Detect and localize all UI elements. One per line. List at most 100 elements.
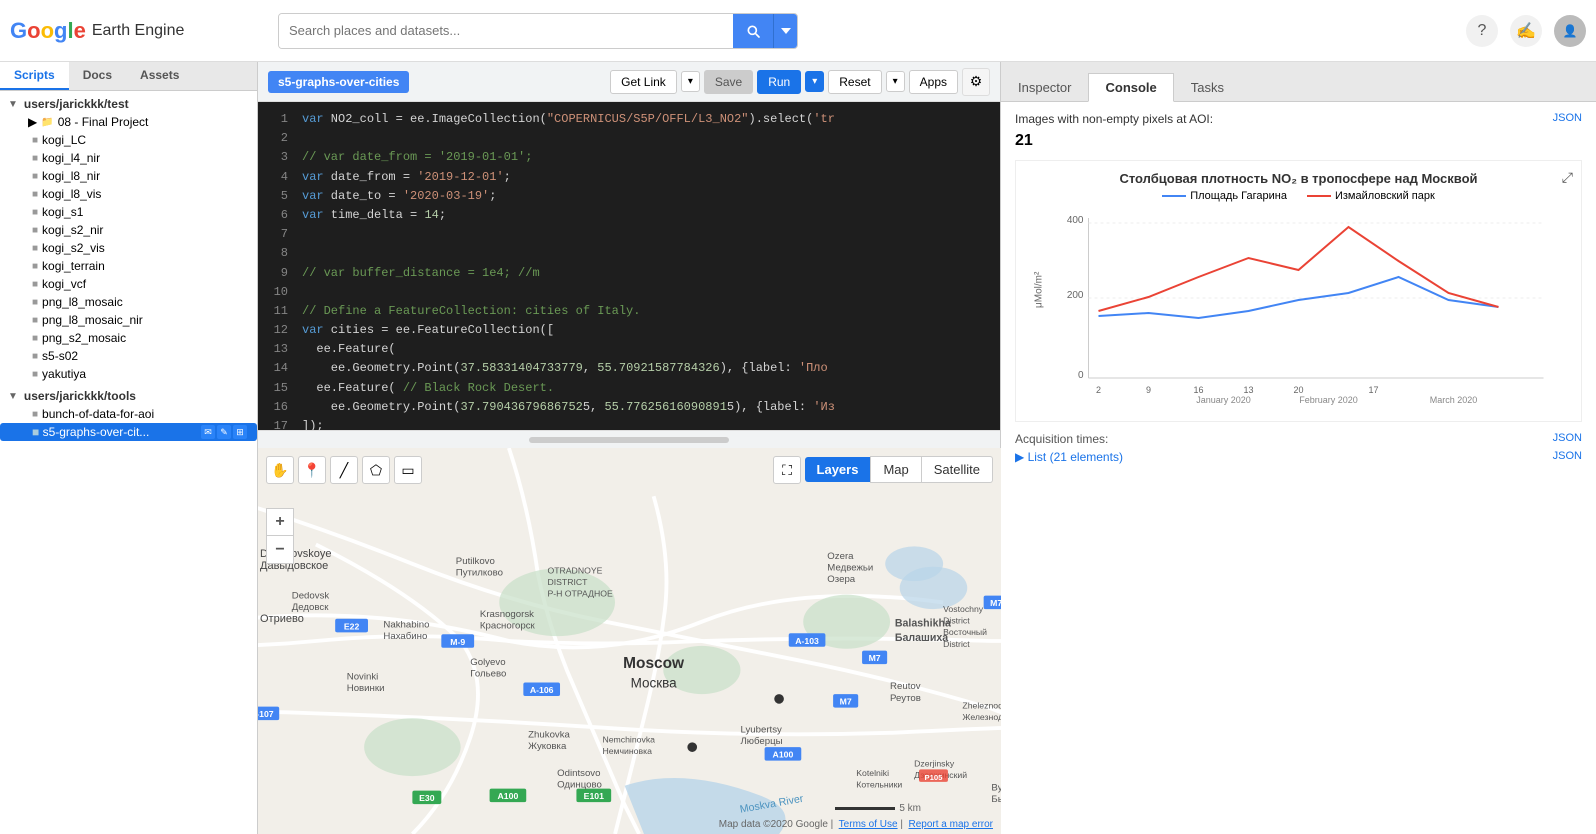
images-label: Images with non-empty pixels at AOI: JSO… [1015,112,1582,126]
right-tabs: Inspector Console Tasks [1001,62,1596,102]
json-link-3[interactable]: JSON [1553,450,1582,462]
search-dropdown-button[interactable] [773,14,797,48]
fullscreen-button[interactable]: ⛶ [773,456,801,484]
svg-text:District: District [943,639,970,649]
svg-text:13: 13 [1243,385,1253,395]
json-link-2[interactable]: JSON [1553,432,1582,444]
svg-text:Vostochny: Vostochny [943,604,984,614]
svg-text:Dzerjinsky: Dzerjinsky [914,758,955,768]
search-button[interactable] [733,14,773,48]
map-attribution: Map data ©2020 Google | Terms of Use | R… [719,819,993,830]
save-button[interactable]: Save [704,70,753,94]
report-link[interactable]: Report a map error [909,819,993,830]
tab-assets[interactable]: Assets [126,62,193,90]
rect-tool[interactable]: ▭ [394,456,422,484]
polygon-tool[interactable]: ⬠ [362,456,390,484]
tab-console[interactable]: Console [1088,73,1173,102]
chart-svg: 400 200 0 μMol/m² 2 9 16 January 2020 13… [1026,208,1571,408]
svg-text:E101: E101 [584,791,604,801]
file-action-copy-icon[interactable]: ⊞ [233,425,247,439]
horizontal-scrollbar[interactable] [529,437,729,443]
search-input[interactable] [279,14,733,48]
scale-label: 5 km [899,803,921,814]
folder-final-project[interactable]: ▶ 📁 08 - Final Project [0,113,257,131]
file-png-l8-mosaic-nir[interactable]: ■ png_l8_mosaic_nir [0,311,257,329]
folder-test[interactable]: ▼ users/jarickkk/test [0,95,257,113]
right-panel: Inspector Console Tasks Images with non-… [1001,62,1596,834]
run-button[interactable]: Run [757,70,801,94]
map-area[interactable]: A-107 E22 M-9 A-106 A-103 A100 M7 M7 M7 … [258,448,1001,834]
svg-text:Немчиновка: Немчиновка [602,746,652,756]
svg-text:E30: E30 [419,793,435,803]
legend-color-2 [1307,195,1331,197]
file-s5-s02[interactable]: ■ s5-s02 [0,347,257,365]
tab-scripts[interactable]: Scripts [0,62,69,90]
layers-button[interactable]: Layers [805,457,871,482]
help-icon[interactable]: ? [1466,15,1498,47]
left-panel: Scripts Docs Assets ▼ users/jarickkk/tes… [0,62,258,834]
get-link-button[interactable]: Get Link [610,70,677,94]
code-editor[interactable]: 123456789101112131415161718192021222324 … [258,102,1000,430]
chat-icon[interactable]: ✍ [1510,15,1542,47]
satellite-button[interactable]: Satellite [922,456,993,483]
file-kogi-lc[interactable]: ■ kogi_LC [0,131,257,149]
file-kogi-terrain[interactable]: ■ kogi_terrain [0,257,257,275]
tab-inspector[interactable]: Inspector [1001,73,1088,101]
avatar[interactable]: 👤 [1554,15,1586,47]
file-bunch-of-data[interactable]: ■ bunch-of-data-for-aoi [0,405,257,423]
chart-expand-icon[interactable]: ⤢ [1562,169,1573,186]
svg-text:2: 2 [1096,385,1101,395]
file-kogi-s1[interactable]: ■ kogi_s1 [0,203,257,221]
file-kogi-l4-nir[interactable]: ■ kogi_l4_nir [0,149,257,167]
code-content[interactable]: var NO2_coll = ee.ImageCollection("COPER… [294,102,1000,430]
svg-text:Zheleznodorozhny: Zheleznodorozhny [962,701,1001,711]
svg-text:Putilkovo: Putilkovo [456,556,495,567]
tab-tasks[interactable]: Tasks [1174,73,1241,101]
svg-text:OTRADNOYE: OTRADNOYE [547,565,602,575]
settings-button[interactable]: ⚙ [962,68,990,96]
svg-text:Восточный: Восточный [943,627,987,637]
file-yakutiya[interactable]: ■ yakutiya [0,365,257,383]
chart-container: Столбцовая плотность NO₂ в тропосфере на… [1015,160,1582,422]
zoom-out-button[interactable]: − [266,536,294,564]
hand-tool[interactable]: ✋ [266,456,294,484]
file-kogi-vcf[interactable]: ■ kogi_vcf [0,275,257,293]
json-link-1[interactable]: JSON [1553,112,1582,124]
zoom-in-button[interactable]: + [266,508,294,536]
line-tool[interactable]: ╱ [330,456,358,484]
file-kogi-l8-nir[interactable]: ■ kogi_l8_nir [0,167,257,185]
list-elements[interactable]: ▶ List (21 elements) JSON [1015,450,1582,464]
run-caret[interactable]: ▾ [805,71,824,92]
file-png-l8-mosaic[interactable]: ■ png_l8_mosaic [0,293,257,311]
file-png-s2-mosaic[interactable]: ■ png_s2_mosaic [0,329,257,347]
svg-text:February 2020: February 2020 [1299,395,1358,405]
terms-link[interactable]: Terms of Use [839,819,898,830]
apps-button[interactable]: Apps [909,70,958,94]
reset-button[interactable]: Reset [828,70,881,94]
svg-text:μMol/m²: μMol/m² [1034,271,1045,308]
svg-text:Dedovsk: Dedovsk [292,591,330,602]
file-kogi-s2-vis[interactable]: ■ kogi_s2_vis [0,239,257,257]
file-action-pencil-icon[interactable]: ✎ [217,425,231,439]
svg-text:400: 400 [1067,215,1084,226]
svg-text:Москва: Москва [631,675,678,690]
svg-text:M7: M7 [869,653,881,663]
svg-text:A100: A100 [498,791,519,801]
folder-tools[interactable]: ▼ users/jarickkk/tools [0,387,257,405]
console-content: Images with non-empty pixels at AOI: JSO… [1001,102,1596,834]
get-link-caret[interactable]: ▾ [681,71,700,92]
marker-tool[interactable]: 📍 [298,456,326,484]
svg-text:Жуковка: Жуковка [528,741,567,752]
svg-text:Одинцово: Одинцово [557,780,602,791]
file-action-edit-icon[interactable]: ✉ [201,425,215,439]
map-view-button[interactable]: Map [870,456,921,483]
map-toolbar: ✋ 📍 ╱ ⬠ ▭ [266,456,422,484]
file-kogi-s2-nir[interactable]: ■ kogi_s2_nir [0,221,257,239]
svg-text:0: 0 [1078,370,1084,381]
file-s5-graphs-active[interactable]: ■ s5-graphs-over-cit... ✉ ✎ ⊞ [0,423,257,441]
reset-caret[interactable]: ▾ [886,71,905,92]
editor-footer [258,430,1000,448]
file-kogi-l8-vis[interactable]: ■ kogi_l8_vis [0,185,257,203]
tab-docs[interactable]: Docs [69,62,126,90]
main-layout: Scripts Docs Assets ▼ users/jarickkk/tes… [0,62,1596,834]
